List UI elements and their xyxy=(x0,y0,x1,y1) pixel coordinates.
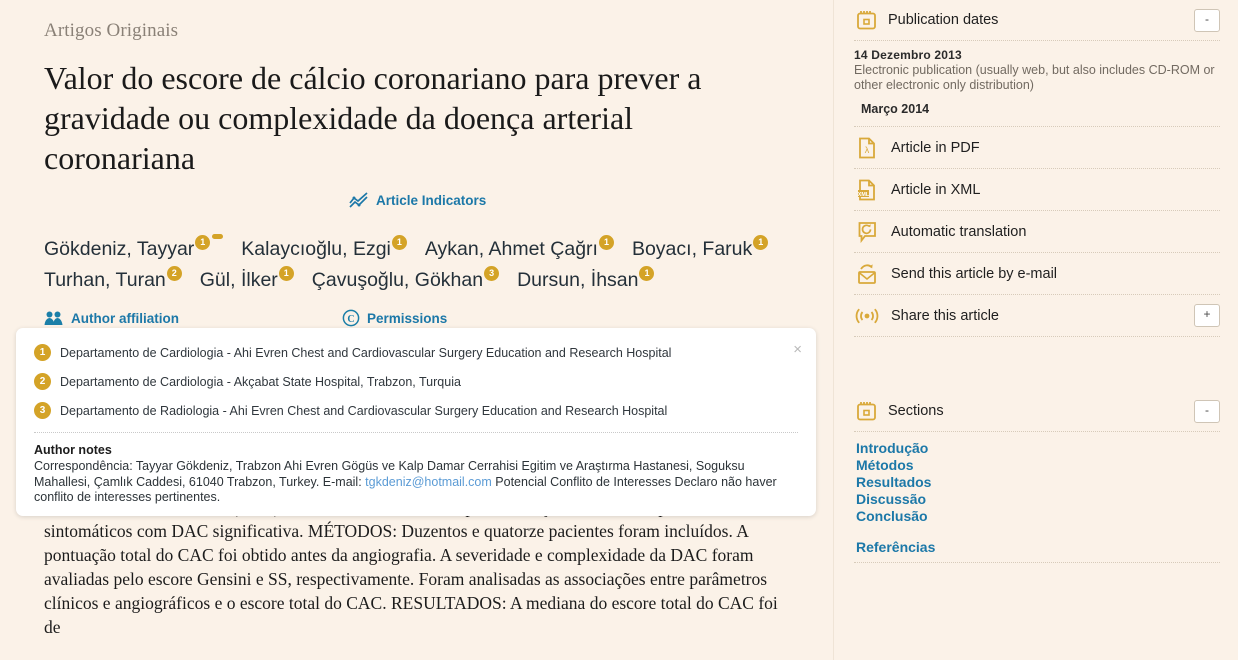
section-link-conclusao[interactable]: Conclusão xyxy=(856,508,1228,525)
author-affiliation-badge[interactable]: 1 xyxy=(278,265,294,281)
author-name: Boyacı, Faruk xyxy=(631,238,753,260)
publication-dates-title: Publication dates xyxy=(888,12,999,28)
share-icon xyxy=(855,307,879,325)
article-indicators-label: Article Indicators xyxy=(376,192,487,208)
sidebar-item-label: Automatic translation xyxy=(891,223,1027,240)
article-kicker: Artigos Originais xyxy=(44,20,179,41)
article-abstract: cálcio arterial coronariano (CAC), um mé… xyxy=(44,497,778,637)
page-title: Valor do escore de cálcio coronariano pa… xyxy=(44,60,702,176)
publication-dates-header: Publication dates - xyxy=(848,0,1228,40)
author-list: Gökdeniz, Tayyar 1 Kalaycıoğlu, Ezgi 1 Aykan… xyxy=(44,233,793,296)
author-item[interactable]: Aykan, Ahmet Çağrı 1 xyxy=(425,234,614,265)
section-link-introducao[interactable]: Introdução xyxy=(856,440,1228,457)
author-affiliation-badge[interactable]: 1 xyxy=(639,265,655,281)
author-name: Turhan, Turan xyxy=(44,269,166,291)
email-icon xyxy=(855,263,879,285)
publication-date-primary: 14 Dezembro 2013 xyxy=(854,48,962,62)
author-affiliation-label: Author affiliation xyxy=(71,310,179,326)
author-affiliation-badge[interactable]: 1 xyxy=(195,234,211,250)
publication-dates-collapse-button[interactable]: - xyxy=(1194,8,1220,32)
author-item[interactable]: Gökdeniz, Tayyar 1 xyxy=(44,233,224,265)
affiliation-text: Departamento de Radiologia - Ahi Evren C… xyxy=(60,404,668,418)
affiliation-badge: 1 xyxy=(34,344,51,361)
sections-collapse-button[interactable]: - xyxy=(1194,399,1220,423)
article-indicators-row: Article Indicators xyxy=(44,192,793,216)
author-name: Gül, İlker xyxy=(199,269,278,291)
copyright-icon: C xyxy=(342,309,360,327)
publication-date-secondary: Março 2014 xyxy=(861,102,930,116)
corresponding-author-marker xyxy=(212,233,224,239)
sidebar-item-label: Article in XML xyxy=(891,181,981,198)
article-indicators-link[interactable]: Article Indicators xyxy=(349,192,486,208)
author-name: Gökdeniz, Tayyar xyxy=(44,238,195,260)
permissions-link[interactable]: C Permissions xyxy=(342,309,447,327)
sidebar-item-send-email[interactable]: Send this article by e-mail xyxy=(848,253,1228,294)
close-icon[interactable]: × xyxy=(793,342,802,357)
share-expand-button[interactable]: + xyxy=(1194,304,1220,327)
corresponding-email-link[interactable]: tgkdeniz@hotmail.com xyxy=(365,475,492,489)
people-icon xyxy=(44,310,64,326)
publication-date-description: Electronic publication (usually web, but… xyxy=(854,63,1215,92)
author-affiliation-badge[interactable]: 1 xyxy=(753,234,769,250)
sidebar-item-article-xml[interactable]: XML Article in XML xyxy=(848,169,1228,210)
svg-text:C: C xyxy=(347,314,354,325)
author-affiliation-badge[interactable]: 2 xyxy=(166,265,182,281)
sidebar-item-label: Send this article by e-mail xyxy=(891,265,1058,282)
popup-divider xyxy=(34,432,798,433)
author-item[interactable]: Dursun, İhsan 1 xyxy=(517,265,655,296)
author-item[interactable]: Gül, İlker 1 xyxy=(200,265,294,296)
author-name: Kalaycıoğlu, Ezgi xyxy=(241,238,391,260)
sidebar-item-article-pdf[interactable]: λ Article in PDF xyxy=(848,127,1228,168)
affiliation-row: 1 Departamento de Cardiologia - Ahi Evre… xyxy=(34,344,798,362)
publication-dates-body: 14 Dezembro 2013 Electronic publication … xyxy=(848,41,1228,126)
sections-header: Sections - xyxy=(848,391,1228,431)
calendar-icon xyxy=(854,401,878,421)
author-affiliation-badge[interactable]: 1 xyxy=(391,234,407,250)
author-affiliation-badge[interactable]: 1 xyxy=(598,234,614,250)
author-item[interactable]: Boyacı, Faruk 1 xyxy=(631,234,769,265)
sections-gap xyxy=(856,525,1228,539)
author-name: Dursun, İhsan xyxy=(517,269,639,291)
calendar-icon xyxy=(854,10,878,30)
sidebar-item-automatic-translation[interactable]: Automatic translation xyxy=(848,211,1228,252)
permissions-label: Permissions xyxy=(367,310,448,326)
article-page: Artigos Originais Valor do escore de cál… xyxy=(0,0,1238,660)
affiliation-badge: 2 xyxy=(34,373,51,390)
author-notes-title: Author notes xyxy=(34,443,112,457)
affiliation-row: 3 Departamento de Radiologia - Ahi Evren… xyxy=(34,402,798,420)
sections-list: Introdução Métodos Resultados Discussão … xyxy=(848,432,1228,562)
author-notes-body: Correspondência: Tayyar Gökdeniz, Trabzo… xyxy=(34,459,786,506)
author-affiliation-popup: × 1 Departamento de Cardiologia - Ahi Ev… xyxy=(16,328,816,516)
pdf-icon: λ xyxy=(855,137,879,159)
affiliation-row: 2 Departamento de Cardiologia - Akçabat … xyxy=(34,373,798,391)
svg-text:XML: XML xyxy=(858,191,870,197)
affiliation-text: Departamento de Cardiologia - Ahi Evren … xyxy=(60,346,672,360)
section-link-referencias[interactable]: Referências xyxy=(856,539,1228,556)
author-item[interactable]: Turhan, Turan 2 xyxy=(44,265,182,296)
affiliation-badge: 3 xyxy=(34,402,51,419)
section-link-metodos[interactable]: Métodos xyxy=(856,457,1228,474)
article-main-column: Artigos Originais Valor do escore de cál… xyxy=(0,0,833,660)
sections-title: Sections xyxy=(888,403,944,419)
section-link-discussao[interactable]: Discussão xyxy=(856,491,1228,508)
translate-icon xyxy=(855,221,879,243)
affiliation-text: Departamento de Cardiologia - Akçabat St… xyxy=(60,375,461,389)
article-tools-row: Author affiliation C Permissions xyxy=(44,306,793,330)
sidebar-item-label: Share this article xyxy=(891,307,999,324)
section-link-resultados[interactable]: Resultados xyxy=(856,474,1228,491)
author-item[interactable]: Kalaycıoğlu, Ezgi 1 xyxy=(241,234,407,265)
author-item[interactable]: Çavuşoğlu, Gökhan 3 xyxy=(311,265,500,296)
svg-text:λ: λ xyxy=(865,145,870,155)
sidebar-item-label: Article in PDF xyxy=(891,139,980,156)
author-affiliation-link[interactable]: Author affiliation xyxy=(44,310,342,326)
author-name: Çavuşoğlu, Gökhan xyxy=(311,269,484,291)
author-affiliation-badge[interactable]: 3 xyxy=(484,265,500,281)
article-sidebar: Publication dates - 14 Dezembro 2013 Ele… xyxy=(833,0,1238,660)
chart-line-icon xyxy=(349,192,369,208)
author-name: Aykan, Ahmet Çağrı xyxy=(424,238,598,260)
xml-icon: XML xyxy=(855,179,879,201)
sidebar-divider xyxy=(854,562,1220,563)
sidebar-item-share-article[interactable]: Share this article + xyxy=(848,295,1228,336)
